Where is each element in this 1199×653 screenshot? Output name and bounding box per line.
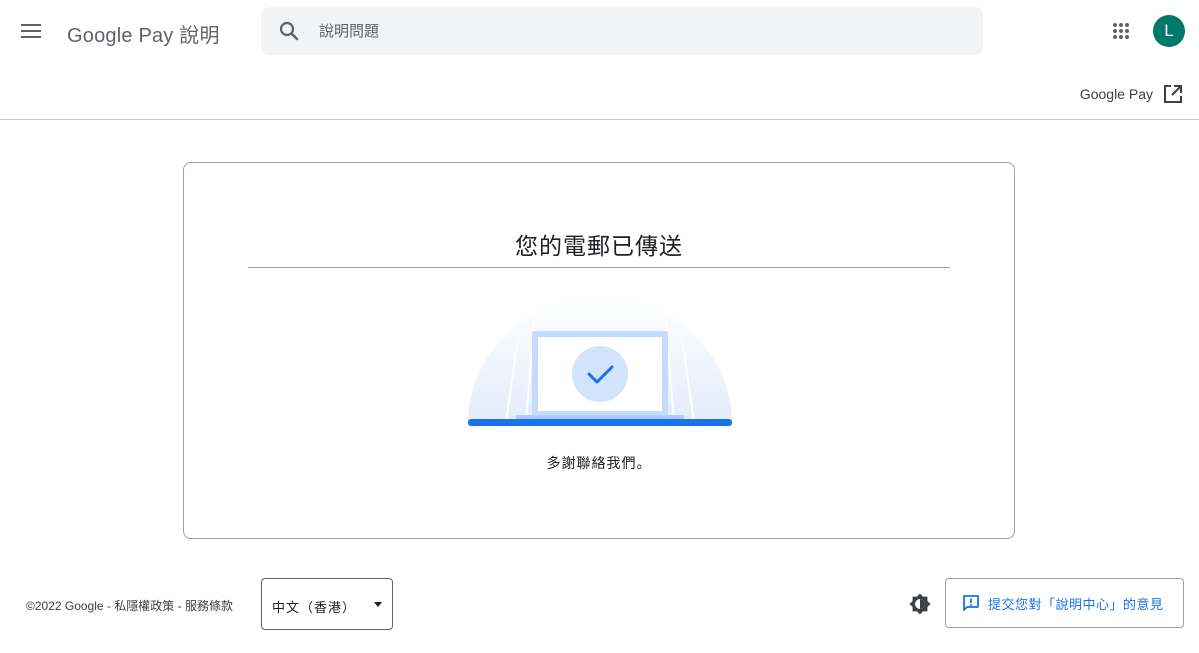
open-in-new-icon: [1164, 85, 1182, 103]
dropdown-caret-icon: [374, 602, 382, 607]
main-menu-button[interactable]: [14, 14, 48, 48]
confirmation-title: 您的電郵已傳送: [515, 233, 683, 259]
laptop-checkmark-icon: [468, 297, 732, 426]
send-feedback-button[interactable]: 提交您對「說明中心」的意見: [945, 578, 1184, 628]
product-link-label: Google Pay: [1079, 86, 1153, 102]
search-icon[interactable]: [277, 19, 301, 43]
footer-separator: -: [103, 599, 115, 613]
google-apps-button[interactable]: [1104, 14, 1138, 48]
search-bar: [261, 7, 983, 55]
terms-of-service-link[interactable]: 服務條款: [185, 599, 233, 613]
help-center-title[interactable]: Google Pay 說明: [67, 19, 220, 48]
google-pay-product-link[interactable]: Google Pay: [1080, 82, 1183, 106]
apps-grid-icon: [1113, 23, 1129, 39]
hamburger-menu-icon: [21, 24, 41, 38]
top-app-bar: Google Pay 說明 L: [0, 0, 1199, 62]
feedback-label: 提交您對「說明中心」的意見: [988, 596, 1164, 612]
copyright-text: ©2022 Google: [26, 599, 104, 613]
footer-separator: -: [174, 599, 185, 613]
language-select[interactable]: 中文（香港）: [261, 578, 393, 630]
brightness-icon: [909, 593, 931, 615]
title-divider: [248, 267, 950, 268]
product-subheader: Google Pay: [0, 62, 1199, 120]
privacy-policy-link[interactable]: 私隱權政策: [114, 599, 174, 613]
footer-legal-links: ©2022 Google - 私隱權政策 - 服務條款: [26, 597, 233, 614]
account-avatar[interactable]: L: [1153, 15, 1185, 47]
language-value: 中文（香港）: [272, 600, 357, 615]
feedback-icon: [963, 595, 979, 611]
confirmation-card: 您的電郵已傳送 多謝聯絡我們。: [183, 162, 1015, 539]
thank-you-message: 多謝聯絡我們。: [546, 455, 652, 471]
search-input[interactable]: [319, 19, 959, 43]
theme-toggle-button[interactable]: [906, 590, 934, 618]
